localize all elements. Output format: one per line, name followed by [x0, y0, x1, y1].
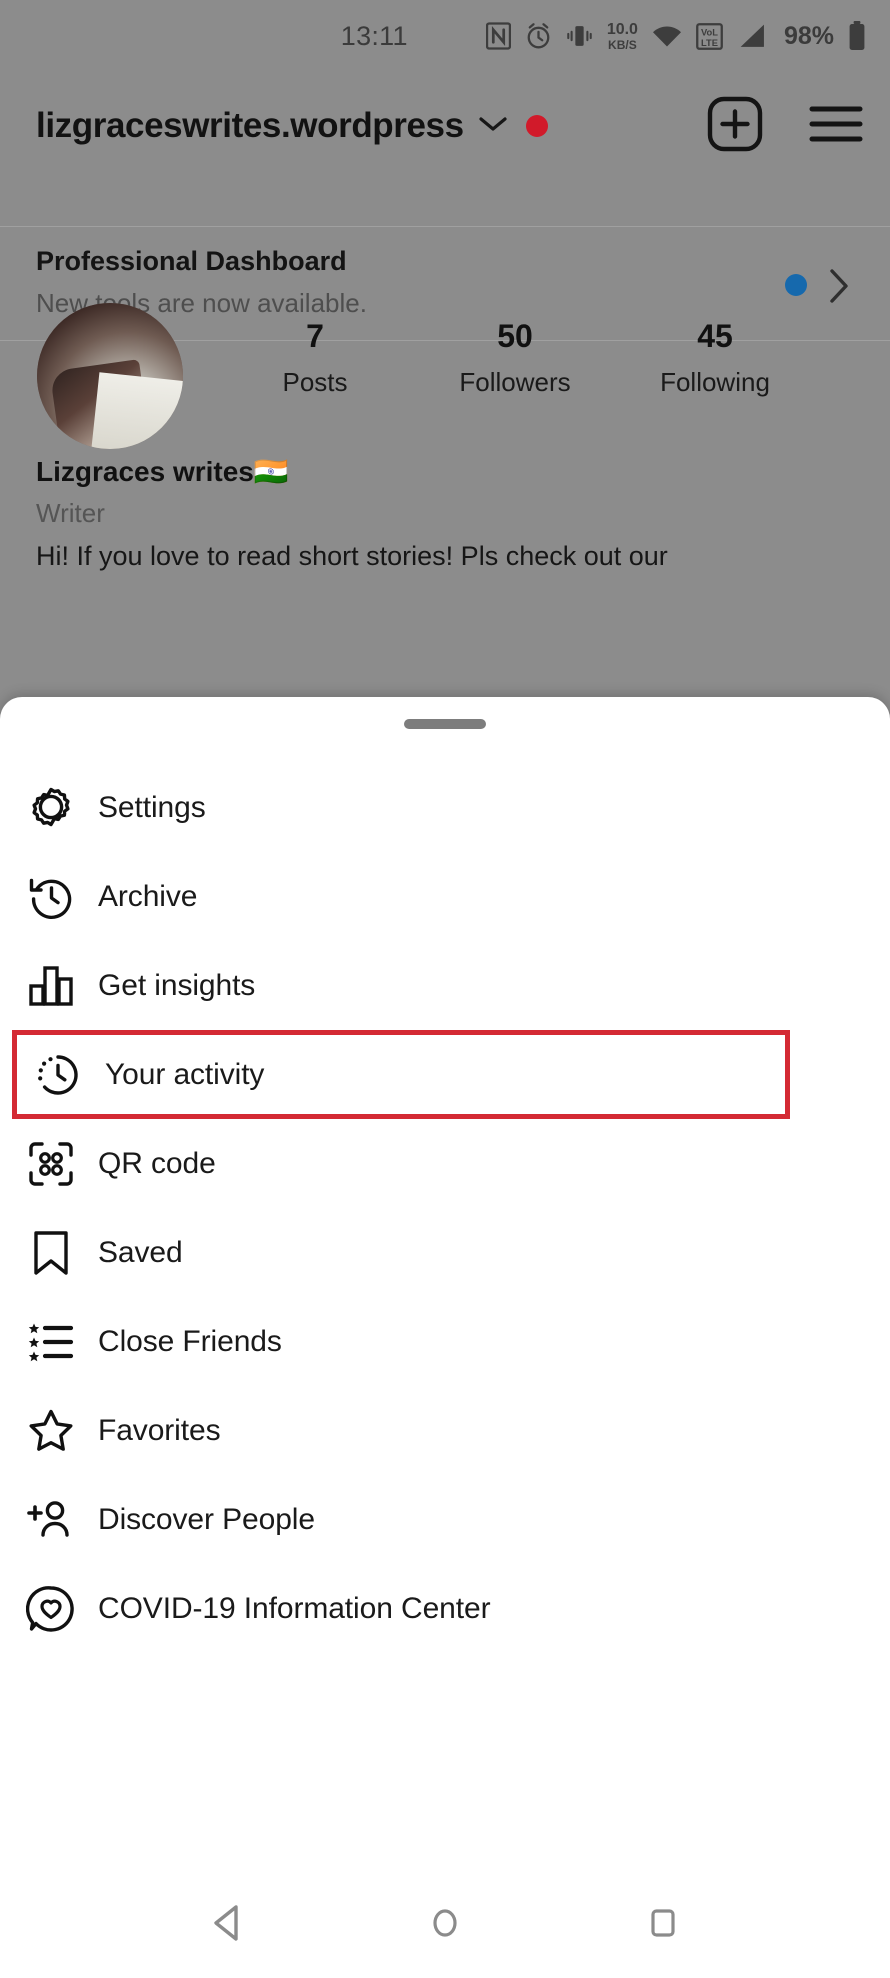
hamburger-menu-icon[interactable] — [808, 101, 864, 152]
profile-avatar[interactable] — [37, 303, 183, 449]
menu-item-label: Close Friends — [98, 1324, 282, 1358]
menu-item-label: Archive — [98, 879, 198, 913]
nfc-icon — [485, 22, 511, 50]
stat-posts-value: 7 — [306, 318, 324, 354]
stat-following-value: 45 — [697, 318, 733, 354]
stat-following-label: Following — [660, 367, 770, 397]
profile-bio-text: Hi! If you love to read short stories! P… — [36, 541, 668, 571]
chevron-down-icon[interactable] — [478, 114, 508, 139]
account-switcher-label[interactable]: lizgraceswrites.wordpress — [36, 106, 464, 146]
gear-icon — [24, 781, 78, 835]
network-speed-value: 10.0 — [606, 20, 638, 38]
menu-item-archive[interactable]: Archive — [0, 852, 890, 941]
menu-item-covid-info[interactable]: COVID-19 Information Center — [0, 1564, 890, 1653]
person-add-icon — [24, 1493, 78, 1547]
menu-item-your-activity[interactable]: Your activity — [12, 1030, 790, 1119]
profile-options-bottom-sheet: Settings Archive Get insights Your activ… — [0, 697, 890, 1978]
menu-item-label: Saved — [98, 1235, 183, 1269]
star-icon — [24, 1404, 78, 1458]
status-bar-icons: 10.0 KB/S VoL LTE 98% — [485, 20, 866, 52]
activity-clock-icon — [31, 1048, 85, 1102]
profile-title-bar: lizgraceswrites.wordpress — [0, 82, 890, 170]
live-status-dot — [525, 115, 548, 137]
home-circle-icon[interactable] — [415, 1893, 475, 1953]
menu-item-qr-code[interactable]: QR code — [0, 1119, 890, 1208]
android-navigation-bar — [0, 1868, 890, 1978]
stat-followers[interactable]: 50 Followers — [415, 318, 615, 438]
menu-item-label: Get insights — [98, 968, 256, 1002]
wifi-icon — [652, 24, 682, 49]
chevron-right-icon[interactable] — [828, 268, 850, 309]
menu-item-label: QR code — [98, 1146, 216, 1180]
drag-handle[interactable] — [404, 719, 486, 729]
cellular-signal-icon — [737, 23, 766, 49]
recents-square-icon[interactable] — [633, 1893, 693, 1953]
options-menu-list: Settings Archive Get insights Your activ… — [0, 763, 890, 1653]
menu-item-label: COVID-19 Information Center — [98, 1591, 491, 1625]
menu-item-discover-people[interactable]: Discover People — [0, 1475, 890, 1564]
menu-item-label: Discover People — [98, 1502, 315, 1536]
profile-stats: 7 Posts 50 Followers 45 Following — [215, 318, 815, 438]
stat-followers-value: 50 — [497, 318, 533, 354]
bookmark-icon — [24, 1226, 78, 1280]
menu-item-get-insights[interactable]: Get insights — [0, 941, 890, 1030]
menu-item-settings[interactable]: Settings — [0, 763, 890, 852]
star-list-icon — [24, 1315, 78, 1369]
stat-followers-label: Followers — [459, 367, 571, 397]
menu-item-label: Your activity — [105, 1057, 265, 1091]
volte-icon: VoL LTE — [696, 22, 723, 50]
stat-posts[interactable]: 7 Posts — [215, 318, 415, 438]
menu-item-label: Favorites — [98, 1413, 221, 1447]
alarm-icon — [525, 22, 552, 50]
profile-bio: Lizgraces writes🇮🇳 Writer Hi! If you lov… — [36, 455, 856, 572]
stat-posts-label: Posts — [282, 367, 348, 397]
menu-item-favorites[interactable]: Favorites — [0, 1386, 890, 1475]
network-speed-icon: 10.0 KB/S — [606, 20, 638, 52]
plus-square-icon[interactable] — [706, 95, 764, 158]
svg-text:VoL: VoL — [701, 27, 718, 37]
bar-chart-icon — [24, 959, 78, 1013]
archive-clock-icon — [24, 870, 78, 924]
qr-code-icon — [24, 1137, 78, 1191]
vibrate-icon — [566, 23, 593, 49]
network-speed-unit: KB/S — [608, 37, 637, 52]
status-bar-clock: 13:11 — [340, 20, 408, 51]
professional-dashboard-badge — [785, 274, 807, 296]
profile-display-name: Lizgraces writes🇮🇳 — [36, 456, 289, 487]
battery-icon — [848, 21, 866, 51]
profile-category: Writer — [36, 498, 105, 528]
menu-item-label: Settings — [98, 790, 206, 824]
header-divider-top — [0, 226, 890, 227]
svg-text:LTE: LTE — [701, 37, 718, 47]
menu-item-saved[interactable]: Saved — [0, 1208, 890, 1297]
back-triangle-icon[interactable] — [197, 1893, 257, 1953]
professional-dashboard-title: Professional Dashboard — [36, 246, 347, 276]
stat-following[interactable]: 45 Following — [615, 318, 815, 438]
status-bar: 13:11 10.0 KB/S VoL LTE 98% — [0, 0, 890, 72]
avatar-image-layer-paper — [91, 372, 183, 449]
menu-item-close-friends[interactable]: Close Friends — [0, 1297, 890, 1386]
covid-heart-icon — [24, 1582, 78, 1636]
battery-percent-label: 98% — [783, 21, 834, 50]
